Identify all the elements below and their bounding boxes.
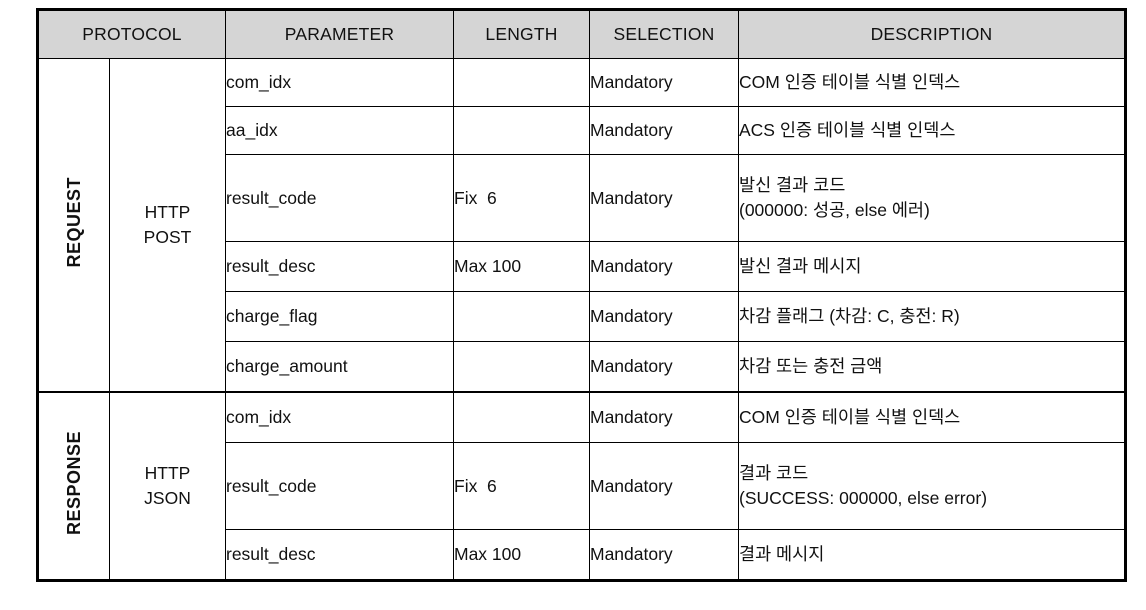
cell-selection: Mandatory [589,291,739,342]
cell-description: 차감 또는 충전 금액 [738,341,1126,393]
description-line: ACS 인증 테이블 식별 인덱스 [739,120,956,141]
cell-selection: Mandatory [589,529,739,581]
cell-parameter: com_idx [225,58,454,107]
protocol-spec-table: PROTOCOL PARAMETER LENGTH SELECTION DESC… [36,8,1127,582]
cell-parameter: result_desc [225,529,454,581]
cell-selection: Mandatory [589,442,739,530]
cell-description: 차감 플래그 (차감: C, 충전: R) [738,291,1126,342]
column-header-length: LENGTH [453,9,590,59]
description-line: 차감 또는 충전 금액 [739,356,883,377]
protocol-method-request: HTTP POST [109,58,226,393]
method-line-1: HTTP [144,462,191,483]
cell-parameter: charge_flag [225,291,454,342]
table-row: REQUEST HTTP POST com_idx Mandatory COM … [37,58,1126,393]
table-header: PROTOCOL PARAMETER LENGTH SELECTION DESC… [37,9,1126,59]
method-line-1: HTTP [144,201,191,222]
cell-description: ACS 인증 테이블 식별 인덱스 [738,106,1126,155]
cell-length [453,391,590,443]
cell-selection: Mandatory [589,58,739,107]
description-line: (SUCCESS: 000000, else error) [739,488,988,508]
description-line: (000000: 성공, else 에러) [739,200,930,220]
cell-selection: Mandatory [589,391,739,443]
cell-selection: Mandatory [589,241,739,292]
table-body: REQUEST HTTP POST com_idx Mandatory COM … [37,58,1126,581]
column-header-selection: SELECTION [589,9,739,59]
section-label-request: REQUEST [37,58,110,393]
column-header-parameter: PARAMETER [225,9,454,59]
cell-length [453,291,590,342]
description-line: 결과 코드 [739,463,809,484]
cell-description: COM 인증 테이블 식별 인덱스 [738,391,1126,443]
section-label-response: RESPONSE [37,391,110,581]
cell-description: COM 인증 테이블 식별 인덱스 [738,58,1126,107]
cell-length: Max 100 [453,241,590,292]
cell-selection: Mandatory [589,106,739,155]
method-line-2: POST [143,227,192,247]
cell-parameter: com_idx [225,391,454,443]
description-line: 결과 메시지 [739,544,825,565]
method-line-2: JSON [144,488,191,508]
header-row: PROTOCOL PARAMETER LENGTH SELECTION DESC… [37,9,1126,59]
description-line: 발신 결과 코드 [739,175,846,196]
cell-length [453,58,590,107]
cell-parameter: charge_amount [225,341,454,393]
cell-parameter: result_code [225,442,454,530]
section-label-text: RESPONSE [64,431,84,536]
cell-length [453,341,590,393]
cell-parameter: aa_idx [225,106,454,155]
section-label-text: REQUEST [64,177,84,268]
cell-selection: Mandatory [589,154,739,242]
cell-length [453,106,590,155]
cell-description: 발신 결과 메시지 [738,241,1126,292]
protocol-spec-table-container: PROTOCOL PARAMETER LENGTH SELECTION DESC… [36,8,1127,582]
cell-description: 결과 코드 (SUCCESS: 000000, else error) [738,442,1126,530]
description-line: COM 인증 테이블 식별 인덱스 [739,72,961,93]
column-header-description: DESCRIPTION [738,9,1126,59]
table-row: RESPONSE HTTP JSON com_idx Mandatory COM… [37,391,1126,581]
cell-description: 발신 결과 코드 (000000: 성공, else 에러) [738,154,1126,242]
column-header-protocol: PROTOCOL [37,9,226,59]
description-line: COM 인증 테이블 식별 인덱스 [739,407,961,428]
cell-length: Fix 6 [453,442,590,530]
cell-parameter: result_code [225,154,454,242]
description-line: 발신 결과 메시지 [739,256,862,277]
cell-selection: Mandatory [589,341,739,393]
cell-description: 결과 메시지 [738,529,1126,581]
protocol-method-response: HTTP JSON [109,391,226,581]
description-line: 차감 플래그 (차감: C, 충전: R) [739,306,960,327]
cell-length: Fix 6 [453,154,590,242]
cell-parameter: result_desc [225,241,454,292]
cell-length: Max 100 [453,529,590,581]
